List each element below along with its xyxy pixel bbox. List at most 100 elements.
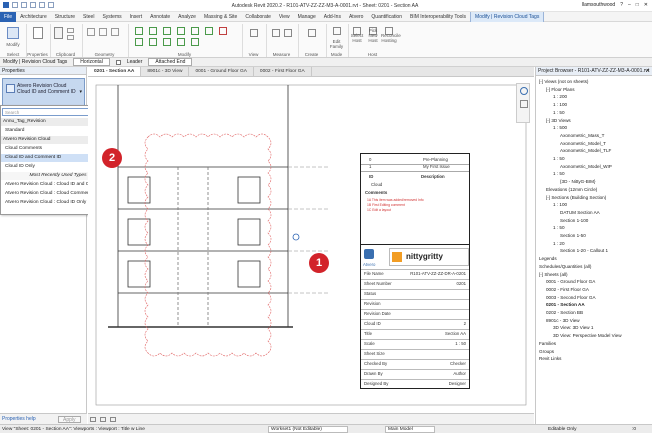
ribbon-tab-massing-site[interactable]: Massing & Site bbox=[200, 12, 241, 22]
help-icon[interactable]: ? bbox=[620, 2, 623, 8]
browser-tree-item[interactable]: 0002 - First Floor GA bbox=[546, 287, 589, 293]
select-host-label[interactable]: Select Host bbox=[349, 33, 365, 43]
apply-button[interactable]: Apply bbox=[58, 416, 81, 423]
join-icon[interactable] bbox=[111, 28, 119, 36]
browser-tree-item[interactable]: 1 : 20 bbox=[553, 241, 565, 247]
save-icon[interactable] bbox=[21, 2, 27, 8]
browser-tree-item[interactable]: 3D View: Perspective Model View bbox=[553, 333, 622, 339]
ribbon-tab-annotate[interactable]: Annotate bbox=[146, 12, 174, 22]
browser-tree-item[interactable]: DATUM Section AA bbox=[560, 210, 600, 216]
split-icon[interactable] bbox=[149, 38, 157, 46]
mirror-icon[interactable] bbox=[163, 27, 171, 35]
ribbon-tab-steel[interactable]: Steel bbox=[79, 12, 98, 22]
sun-path-icon[interactable] bbox=[100, 417, 106, 422]
shadows-icon[interactable] bbox=[110, 417, 116, 422]
edit-family-label[interactable]: Edit Family bbox=[327, 39, 346, 49]
browser-tree-item[interactable]: Families bbox=[539, 341, 556, 347]
browser-tree-item[interactable]: Section 1-100 bbox=[560, 218, 588, 224]
ribbon-tab-systems[interactable]: Systems bbox=[98, 12, 125, 22]
browser-tree-item[interactable]: 8901c - 3D View bbox=[546, 318, 580, 324]
browser-tree-item[interactable]: Section 1-50 bbox=[560, 233, 586, 239]
browser-tree-item[interactable]: 1 : 100 bbox=[553, 202, 567, 208]
trim-icon[interactable] bbox=[135, 38, 143, 46]
ribbon-tab-add-ins[interactable]: Add-Ins bbox=[320, 12, 345, 22]
delete-icon[interactable] bbox=[219, 27, 227, 35]
close-panel-icon[interactable]: ✕ bbox=[646, 68, 650, 74]
array-icon[interactable] bbox=[163, 38, 171, 46]
browser-tree-item[interactable]: [-] 3D Views bbox=[546, 118, 571, 124]
undo-icon[interactable] bbox=[30, 2, 36, 8]
hide-icon[interactable] bbox=[250, 29, 258, 37]
zoom-icon[interactable] bbox=[520, 100, 528, 108]
browser-tree-item[interactable]: {3D - NittyG-BIM} bbox=[560, 179, 595, 185]
rotate-icon[interactable] bbox=[205, 27, 213, 35]
cut-icon[interactable] bbox=[67, 28, 74, 33]
browser-tree-item[interactable]: Schedules/Quantities (all) bbox=[539, 264, 591, 270]
modify-cursor-icon[interactable] bbox=[7, 27, 19, 39]
visual-style-icon[interactable] bbox=[90, 417, 96, 422]
select-group-label[interactable]: Select bbox=[2, 52, 24, 57]
close-icon[interactable]: ✕ bbox=[644, 2, 648, 8]
move-icon[interactable] bbox=[177, 27, 185, 35]
modify-button-label[interactable]: Modify bbox=[2, 42, 24, 47]
drawing-canvas[interactable]: 0 Pre-Planning 1 My First Issue ID Descript… bbox=[88, 77, 534, 413]
ribbon-tab-modify-revision-cloud-tags[interactable]: Modify | Revision Cloud Tags bbox=[470, 11, 545, 22]
orientation-select[interactable]: Horizontal bbox=[73, 58, 110, 66]
maximize-icon[interactable]: □ bbox=[636, 2, 639, 8]
browser-tree-item[interactable]: Revit Links bbox=[539, 356, 561, 362]
ribbon-tab-analyze[interactable]: Analyze bbox=[174, 12, 200, 22]
copy-icon[interactable] bbox=[67, 35, 74, 40]
document-tab[interactable]: 0201 - Section AA bbox=[88, 67, 142, 76]
browser-tree-item[interactable]: Axonometric_Model_T bbox=[560, 141, 606, 147]
ribbon-tab-manage[interactable]: Manage bbox=[294, 12, 320, 22]
browser-tree-item[interactable]: Section 1-20 - Callout 1 bbox=[560, 248, 608, 254]
browser-tree-item[interactable]: Groups bbox=[539, 349, 554, 355]
ribbon-tab-architecture[interactable]: Architecture bbox=[16, 12, 51, 22]
align-icon[interactable] bbox=[135, 27, 143, 35]
design-option-select[interactable]: Main Model bbox=[385, 426, 435, 433]
browser-tree-item[interactable]: Legends bbox=[539, 256, 557, 262]
revit-logo-icon[interactable] bbox=[3, 2, 9, 8]
browser-tree-item[interactable]: 0001 - Ground Floor GA bbox=[546, 279, 595, 285]
browser-tree-item[interactable]: 1 : 50 bbox=[553, 225, 565, 231]
scale-icon[interactable] bbox=[177, 38, 185, 46]
ribbon-tab-view[interactable]: View bbox=[275, 12, 294, 22]
browser-tree-item[interactable]: [-] Floor Plans bbox=[546, 87, 575, 93]
browser-tree-item[interactable]: 1 : 100 bbox=[553, 102, 567, 108]
pin-icon[interactable] bbox=[191, 38, 199, 46]
ribbon-tab-insert[interactable]: Insert bbox=[126, 12, 147, 22]
edit-family-icon[interactable] bbox=[333, 27, 341, 35]
document-tab[interactable]: 0002 - First Floor GA bbox=[254, 67, 312, 76]
ribbon-tab-collaborate[interactable]: Collaborate bbox=[241, 12, 275, 22]
copy-element-icon[interactable] bbox=[191, 27, 199, 35]
browser-tree-item[interactable]: Axonometric_Model_TLF bbox=[560, 148, 611, 154]
print-icon[interactable] bbox=[48, 2, 54, 8]
pick-new-host-label[interactable]: Pick New Host bbox=[365, 28, 381, 43]
browser-tree-item[interactable]: 1 : 500 bbox=[553, 125, 567, 131]
attached-end-select[interactable]: Attached End bbox=[148, 58, 193, 66]
minimize-icon[interactable]: – bbox=[628, 2, 631, 8]
cope-icon[interactable] bbox=[87, 28, 95, 36]
workset-select[interactable]: Workset1 (Not Editable) bbox=[268, 426, 348, 433]
browser-tree-item[interactable]: 1 : 50 bbox=[553, 171, 565, 177]
document-tab[interactable]: 0001 - Ground Floor GA bbox=[189, 67, 254, 76]
leader-checkbox[interactable] bbox=[115, 59, 121, 65]
browser-tree-item[interactable]: 0202 - Section BB bbox=[546, 310, 583, 316]
browser-tree-item[interactable]: Axonometric_Mass_T bbox=[560, 133, 604, 139]
chevron-down-icon[interactable]: ▾ bbox=[79, 89, 82, 95]
browser-tree-item[interactable]: 1 : 200 bbox=[553, 94, 567, 100]
browser-tree-item[interactable]: 1 : 50 bbox=[553, 156, 565, 162]
browser-tree-item[interactable]: 0201 - Section AA bbox=[546, 302, 585, 308]
offset-icon[interactable] bbox=[149, 27, 157, 35]
ribbon-tab-quantification[interactable]: Quantification bbox=[367, 12, 406, 22]
reconcile-hosting-label[interactable]: Reconcile Hosting bbox=[381, 33, 401, 43]
dimension-icon[interactable] bbox=[284, 29, 292, 37]
browser-tree-item[interactable]: [-] Sheets (all) bbox=[539, 272, 568, 278]
steering-wheel-icon[interactable] bbox=[520, 87, 528, 95]
cut-geometry-icon[interactable] bbox=[99, 28, 107, 36]
ribbon-tab-atvero[interactable]: Atvero bbox=[345, 12, 367, 22]
ribbon-tab-structure[interactable]: Structure bbox=[51, 12, 79, 22]
browser-tree-item[interactable]: [-] Sections (Building Section) bbox=[546, 195, 606, 201]
browser-tree-item[interactable]: 3D View: 3D View 1 bbox=[553, 325, 593, 331]
browser-tree-item[interactable]: Elevations (12mm Circle) bbox=[546, 187, 597, 193]
